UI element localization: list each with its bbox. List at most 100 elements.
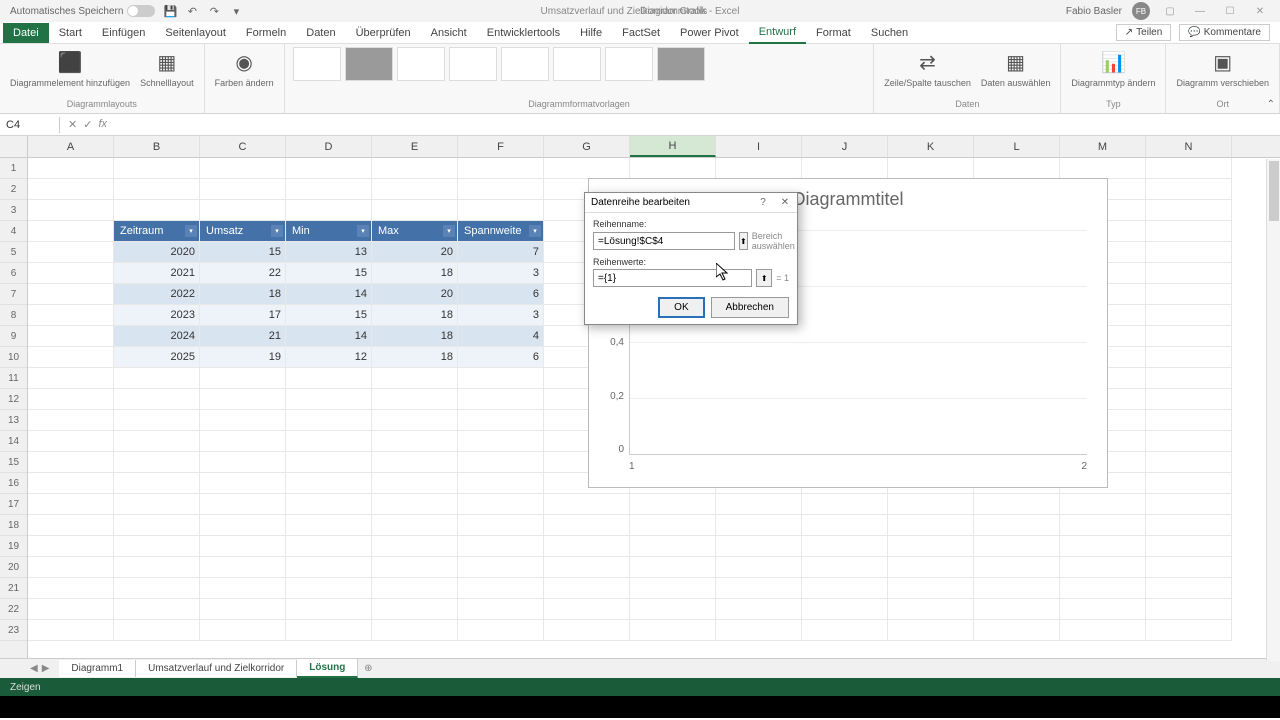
cell[interactable] xyxy=(114,515,200,536)
cell[interactable] xyxy=(200,578,286,599)
switch-row-column-button[interactable]: ⇄Zeile/Spalte tauschen xyxy=(882,47,973,91)
row-head-9[interactable]: 9 xyxy=(0,326,27,347)
row-head-14[interactable]: 14 xyxy=(0,431,27,452)
cell[interactable] xyxy=(544,494,630,515)
cell[interactable] xyxy=(372,557,458,578)
cell[interactable] xyxy=(458,599,544,620)
cell[interactable]: 18 xyxy=(372,305,458,326)
collapse-ribbon-icon[interactable]: ⌃ xyxy=(1267,99,1275,110)
change-colors-button[interactable]: ◉Farben ändern xyxy=(213,47,276,91)
cell[interactable] xyxy=(28,620,114,641)
row-head-21[interactable]: 21 xyxy=(0,578,27,599)
cell[interactable] xyxy=(114,536,200,557)
cell[interactable] xyxy=(286,473,372,494)
col-head-E[interactable]: E xyxy=(372,136,458,157)
cell[interactable]: 2025 xyxy=(114,347,200,368)
cell[interactable] xyxy=(372,179,458,200)
cell[interactable] xyxy=(1146,347,1232,368)
cancel-button[interactable]: Abbrechen xyxy=(711,297,789,318)
cell[interactable] xyxy=(802,620,888,641)
cell[interactable] xyxy=(544,557,630,578)
cell[interactable] xyxy=(372,158,458,179)
tab-ueberpruefen[interactable]: Überprüfen xyxy=(346,23,421,43)
redo-icon[interactable]: ↷ xyxy=(207,4,221,18)
cell[interactable]: 12 xyxy=(286,347,372,368)
cell[interactable] xyxy=(458,158,544,179)
cell[interactable] xyxy=(28,221,114,242)
dialog-titlebar[interactable]: Datenreihe bearbeiten ? ✕ xyxy=(585,193,797,213)
cell[interactable] xyxy=(1146,557,1232,578)
cell[interactable] xyxy=(372,368,458,389)
cell[interactable] xyxy=(114,389,200,410)
style-thumb-3[interactable] xyxy=(397,47,445,81)
cell[interactable]: 2023 xyxy=(114,305,200,326)
qat-dropdown-icon[interactable]: ▾ xyxy=(229,4,243,18)
row-head-5[interactable]: 5 xyxy=(0,242,27,263)
cell[interactable]: Min▾ xyxy=(286,221,372,242)
cell[interactable] xyxy=(974,536,1060,557)
cell[interactable] xyxy=(974,557,1060,578)
cell[interactable] xyxy=(114,452,200,473)
user-avatar[interactable]: FB xyxy=(1132,2,1150,20)
select-all-corner[interactable] xyxy=(0,136,27,158)
cell[interactable] xyxy=(974,599,1060,620)
cell[interactable] xyxy=(114,368,200,389)
row-head-17[interactable]: 17 xyxy=(0,494,27,515)
cell[interactable] xyxy=(286,620,372,641)
cell[interactable] xyxy=(458,452,544,473)
cell[interactable] xyxy=(28,536,114,557)
tab-formeln[interactable]: Formeln xyxy=(236,23,296,43)
cell[interactable]: 18 xyxy=(372,263,458,284)
cell[interactable] xyxy=(372,536,458,557)
cell[interactable] xyxy=(1146,494,1232,515)
cell[interactable] xyxy=(114,410,200,431)
cell[interactable] xyxy=(1060,578,1146,599)
cell[interactable] xyxy=(458,368,544,389)
cell[interactable] xyxy=(286,431,372,452)
cell[interactable] xyxy=(372,200,458,221)
cell[interactable] xyxy=(630,557,716,578)
cell[interactable] xyxy=(1060,158,1146,179)
cell[interactable] xyxy=(1146,284,1232,305)
cell[interactable] xyxy=(544,515,630,536)
maximize-icon[interactable]: ☐ xyxy=(1220,4,1240,18)
dialog-close-icon[interactable]: ✕ xyxy=(775,195,795,211)
cell[interactable] xyxy=(974,578,1060,599)
cell[interactable] xyxy=(28,578,114,599)
tab-start[interactable]: Start xyxy=(49,23,92,43)
cell[interactable] xyxy=(372,620,458,641)
cell[interactable] xyxy=(1146,431,1232,452)
cell[interactable] xyxy=(28,473,114,494)
undo-icon[interactable]: ↶ xyxy=(185,4,199,18)
add-chart-element-button[interactable]: ⬛Diagrammelement hinzufügen xyxy=(8,47,132,91)
save-icon[interactable]: 💾 xyxy=(163,4,177,18)
cell[interactable]: 4 xyxy=(458,326,544,347)
cell[interactable] xyxy=(286,536,372,557)
cell[interactable]: 18 xyxy=(200,284,286,305)
cell[interactable] xyxy=(1146,221,1232,242)
tab-file[interactable]: Datei xyxy=(3,23,49,43)
cell[interactable] xyxy=(1146,536,1232,557)
cell[interactable] xyxy=(1060,620,1146,641)
cell[interactable] xyxy=(200,557,286,578)
fx-icon[interactable]: fx xyxy=(98,118,107,131)
row-head-7[interactable]: 7 xyxy=(0,284,27,305)
cell[interactable]: 2020 xyxy=(114,242,200,263)
cell[interactable] xyxy=(114,599,200,620)
cell[interactable] xyxy=(630,620,716,641)
ok-button[interactable]: OK xyxy=(658,297,704,318)
cell[interactable] xyxy=(974,620,1060,641)
row-head-6[interactable]: 6 xyxy=(0,263,27,284)
cell[interactable] xyxy=(1060,599,1146,620)
cell[interactable]: 6 xyxy=(458,347,544,368)
cell[interactable] xyxy=(200,410,286,431)
cell[interactable] xyxy=(888,599,974,620)
tab-seitenlayout[interactable]: Seitenlayout xyxy=(155,23,236,43)
cell[interactable] xyxy=(200,473,286,494)
row-head-10[interactable]: 10 xyxy=(0,347,27,368)
cell[interactable] xyxy=(630,599,716,620)
cell[interactable] xyxy=(458,620,544,641)
cell[interactable] xyxy=(458,200,544,221)
cell[interactable] xyxy=(28,347,114,368)
cell[interactable] xyxy=(286,599,372,620)
